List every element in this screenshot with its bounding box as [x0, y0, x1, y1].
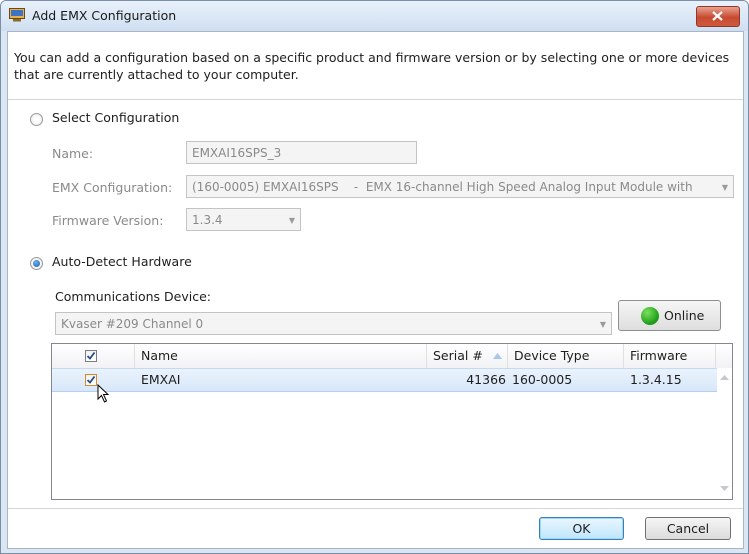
grid-header: Name Serial # Device Type Firmware	[52, 344, 732, 369]
select-all-checkbox[interactable]	[85, 350, 97, 362]
online-button[interactable]: Online	[618, 300, 721, 331]
column-header-firmware[interactable]: Firmware	[624, 344, 716, 368]
separator	[8, 99, 743, 100]
column-header-serial-label: Serial #	[433, 348, 483, 363]
button-bar: OK Cancel	[8, 509, 743, 548]
firmware-version-select[interactable]: 1.3.4 ▼	[186, 208, 301, 231]
table-row[interactable]: EMXAI 41366 160-0005 1.3.4.15	[52, 368, 718, 392]
vertical-scrollbar[interactable]	[717, 368, 732, 499]
scroll-up-icon	[720, 375, 729, 380]
select-configuration-label: Select Configuration	[52, 110, 180, 125]
chevron-down-icon: ▼	[599, 320, 606, 329]
mouse-cursor-icon	[97, 384, 110, 403]
close-icon	[712, 11, 723, 21]
cancel-button[interactable]: Cancel	[645, 517, 731, 540]
online-button-label: Online	[664, 308, 705, 323]
row-name: EMXAI	[141, 372, 181, 387]
emx-configuration-value: (160-0005) EMXAI16SPS - EMX 16-channel H…	[192, 180, 693, 194]
firmware-version-label: Firmware Version:	[52, 213, 164, 228]
select-all-column	[52, 344, 135, 368]
communications-device-select[interactable]: Kvaser #209 Channel 0 ▼	[55, 312, 612, 335]
close-button[interactable]	[696, 6, 740, 27]
checkmark-icon	[86, 375, 96, 384]
row-firmware: 1.3.4.15	[630, 372, 682, 387]
emx-configuration-select[interactable]: (160-0005) EMXAI16SPS - EMX 16-channel H…	[186, 175, 734, 198]
auto-detect-hardware-radio[interactable]	[30, 257, 43, 270]
app-icon	[9, 8, 25, 22]
row-device-type: 160-0005	[512, 372, 573, 387]
checkmark-icon	[86, 351, 96, 360]
chevron-down-icon: ▼	[721, 183, 728, 192]
emx-configuration-label: EMX Configuration:	[52, 180, 173, 195]
sort-ascending-icon	[493, 353, 502, 359]
window-title: Add EMX Configuration	[32, 8, 177, 23]
online-status-icon	[641, 307, 659, 325]
device-grid[interactable]: Name Serial # Device Type Firmware EMXAI…	[51, 343, 733, 500]
row-serial: 41366	[466, 372, 506, 387]
description-text: You can add a configuration based on a s…	[14, 50, 730, 82]
communications-device-label: Communications Device:	[55, 289, 211, 304]
select-configuration-radio[interactable]	[30, 113, 43, 126]
name-label: Name:	[52, 146, 94, 161]
ok-button[interactable]: OK	[539, 517, 624, 540]
firmware-version-value: 1.3.4	[192, 213, 223, 227]
name-field[interactable]: EMXAI16SPS_3	[186, 141, 417, 164]
communications-device-value: Kvaser #209 Channel 0	[61, 317, 204, 331]
dialog-window: Add EMX Configuration You can add a conf…	[0, 0, 749, 554]
chevron-down-icon: ▼	[288, 216, 295, 225]
auto-detect-hardware-label: Auto-Detect Hardware	[52, 254, 192, 269]
row-checkbox[interactable]	[85, 374, 97, 386]
scroll-down-icon	[720, 486, 729, 491]
name-value: EMXAI16SPS_3	[192, 146, 282, 160]
column-header-serial[interactable]: Serial #	[427, 344, 508, 368]
column-header-device-type[interactable]: Device Type	[508, 344, 624, 368]
description-panel: You can add a configuration based on a s…	[8, 32, 743, 99]
dialog-content: You can add a configuration based on a s…	[7, 31, 744, 549]
title-bar[interactable]: Add EMX Configuration	[1, 1, 748, 31]
column-header-name[interactable]: Name	[135, 344, 427, 368]
